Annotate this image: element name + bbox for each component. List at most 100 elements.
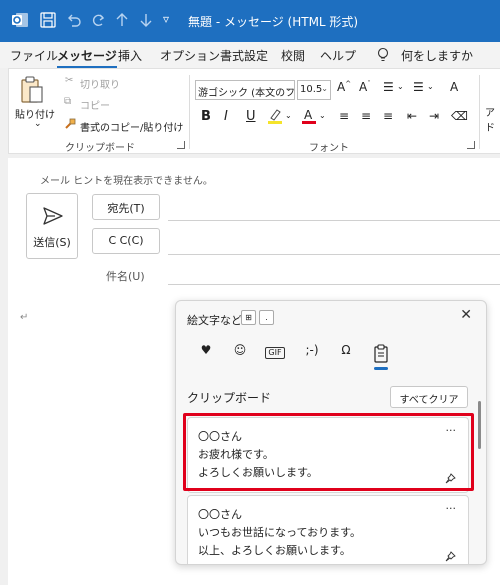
font-launcher-icon[interactable]	[467, 141, 475, 149]
to-field[interactable]	[168, 220, 500, 221]
arrow-up-icon[interactable]	[112, 10, 132, 30]
clipboard-item-line: 〇〇さん	[198, 508, 242, 521]
bullets-icon[interactable]: ☰	[383, 80, 394, 94]
clear-formatting-icon[interactable]: A	[450, 80, 458, 94]
paste-icon[interactable]	[19, 75, 45, 105]
italic-button[interactable]: I	[224, 109, 228, 124]
tab-review[interactable]: 校閲	[281, 47, 305, 64]
highlight-dropdown-icon[interactable]: ⌄	[285, 111, 292, 120]
numbering-dropdown-icon[interactable]: ⌄	[427, 82, 434, 91]
send-label: 送信(S)	[33, 236, 71, 249]
title-bar: ▿ 無題 - メッセージ (HTML 形式)	[0, 0, 500, 42]
tab-options[interactable]: オプション	[160, 47, 220, 64]
lightbulb-icon	[377, 47, 389, 62]
window-title: 無題 - メッセージ (HTML 形式)	[188, 15, 359, 29]
cc-button[interactable]: C C(C)	[92, 228, 160, 254]
cc-field[interactable]	[168, 254, 500, 255]
font-color-icon[interactable]: A	[301, 107, 317, 125]
more-options-icon[interactable]: ···	[446, 502, 457, 515]
ribbon-tabs: ファイル メッセージ 挿入 オプション 書式設定 校閲 ヘルプ 何をしますか	[0, 42, 500, 69]
subject-label: 件名(U)	[106, 270, 145, 283]
body-paragraph-mark[interactable]: ↵	[20, 312, 28, 323]
font-size-combo[interactable]: 10.5 ⌄	[297, 80, 331, 100]
clipboard-item[interactable]: 〇〇さん いつもお世話になっております。 以上、よろしくお願いします。 ···	[187, 495, 469, 564]
format-painter-icon	[65, 118, 76, 129]
copy-icon: ⧉	[64, 96, 72, 107]
tab-message[interactable]: メッセージ	[57, 47, 117, 69]
windows-key-icon: ⊞	[241, 310, 256, 325]
decrease-indent-icon[interactable]: ⇤	[407, 109, 417, 123]
tab-emoji-heart-icon[interactable]: ♥	[195, 343, 217, 365]
tab-insert[interactable]: 挿入	[118, 47, 142, 64]
close-icon[interactable]: ✕	[460, 307, 472, 323]
align-left-icon[interactable]: ≡	[339, 109, 349, 123]
eraser-icon[interactable]: ⌫	[451, 109, 468, 123]
emoji-panel: 絵文字など ⊞ . ✕ ♥ ☺ GIF ;-) Ω クリップボード すべてクリア…	[175, 300, 487, 565]
numbering-icon[interactable]: ☰	[413, 80, 424, 94]
tab-file[interactable]: ファイル	[10, 47, 58, 64]
clipboard-group-label: クリップボード	[65, 143, 135, 154]
highlighter-icon[interactable]	[267, 107, 283, 125]
ribbon: 貼り付け ⌄ ✂ 切り取り ⧉ コピー 書式のコピー/貼り付け クリップボード …	[8, 68, 500, 154]
save-icon[interactable]	[38, 10, 58, 30]
subject-field[interactable]	[168, 284, 500, 285]
tab-symbols-icon[interactable]: Ω	[335, 343, 357, 365]
cut-scissors-icon: ✂	[65, 75, 74, 86]
align-center-icon[interactable]: ≡	[361, 109, 371, 123]
clear-all-button[interactable]: すべてクリア	[390, 386, 468, 408]
underline-button[interactable]: U	[246, 109, 256, 124]
font-size-dropdown-icon[interactable]: ⌄	[321, 84, 328, 93]
group-separator	[479, 75, 480, 149]
tab-clipboard-icon[interactable]	[370, 343, 392, 365]
font-name-dropdown-icon[interactable]: ⌄	[285, 84, 292, 93]
tell-me-search[interactable]: 何をしますか	[401, 47, 473, 64]
clipboard-header: クリップボード	[187, 391, 272, 405]
to-button[interactable]: 宛先(T)	[92, 194, 160, 220]
tab-help[interactable]: ヘルプ	[320, 47, 356, 64]
clipboard-item[interactable]: 〇〇さん お疲れ様です。 よろしくお願いします。 ···	[187, 417, 469, 493]
mailtip-text: メール ヒントを現在表示できません。	[40, 176, 213, 187]
bullets-dropdown-icon[interactable]: ⌄	[397, 82, 404, 91]
font-name-value: 游ゴシック (本文のフォ	[198, 88, 295, 99]
undo-icon[interactable]	[64, 10, 84, 30]
copy-button[interactable]: コピー	[80, 97, 110, 112]
panel-scrollbar[interactable]	[478, 401, 481, 449]
font-color-dropdown-icon[interactable]: ⌄	[319, 111, 326, 120]
clipboard-item-line: いつもお世話になっております。	[198, 526, 362, 539]
tab-smiley-icon[interactable]: ☺	[229, 343, 251, 365]
format-painter-button[interactable]: 書式のコピー/貼り付け	[80, 119, 183, 134]
svg-text:A: A	[304, 108, 313, 122]
font-size-value: 10.5	[300, 84, 323, 95]
outlook-logo-icon	[12, 13, 28, 27]
period-key-icon: .	[259, 310, 274, 325]
tab-gif-icon[interactable]: GIF	[265, 347, 285, 359]
clipboard-item-line: よろしくお願いします。	[198, 466, 318, 479]
clipboard-item-line: お疲れ様です。	[198, 448, 274, 461]
active-tab-indicator	[374, 367, 388, 370]
emoji-panel-title: 絵文字など	[187, 314, 242, 327]
address-book-label-cutoff[interactable]: アド	[485, 104, 500, 134]
tab-format[interactable]: 書式設定	[220, 47, 268, 64]
pin-icon[interactable]	[445, 473, 456, 484]
bold-button[interactable]: B	[201, 109, 211, 124]
cut-button[interactable]: 切り取り	[80, 76, 120, 91]
clipboard-item-line: 〇〇さん	[198, 430, 242, 443]
paste-dropdown-chevron-icon[interactable]: ⌄	[34, 119, 42, 129]
font-name-combo[interactable]: 游ゴシック (本文のフォ ⌄	[195, 80, 295, 100]
more-options-icon[interactable]: ···	[446, 424, 457, 437]
font-group-label: フォント	[309, 143, 349, 154]
send-button[interactable]: 送信(S)	[26, 193, 78, 259]
tab-kaomoji-icon[interactable]: ;-)	[301, 343, 323, 365]
increase-indent-icon[interactable]: ⇥	[429, 109, 439, 123]
clipboard-item-line: 以上、よろしくお願いします。	[198, 544, 351, 557]
quick-access-more-icon[interactable]: ▿	[163, 12, 183, 32]
clipboard-launcher-icon[interactable]	[177, 141, 185, 149]
arrow-down-icon[interactable]	[136, 10, 156, 30]
grow-font-icon[interactable]: A^	[337, 80, 351, 94]
send-icon	[43, 207, 63, 225]
pin-icon[interactable]	[445, 551, 456, 562]
align-right-icon[interactable]: ≡	[383, 109, 393, 123]
shrink-font-icon[interactable]: Aˇ	[359, 80, 371, 94]
group-separator	[189, 75, 190, 149]
redo-icon[interactable]	[88, 10, 108, 30]
